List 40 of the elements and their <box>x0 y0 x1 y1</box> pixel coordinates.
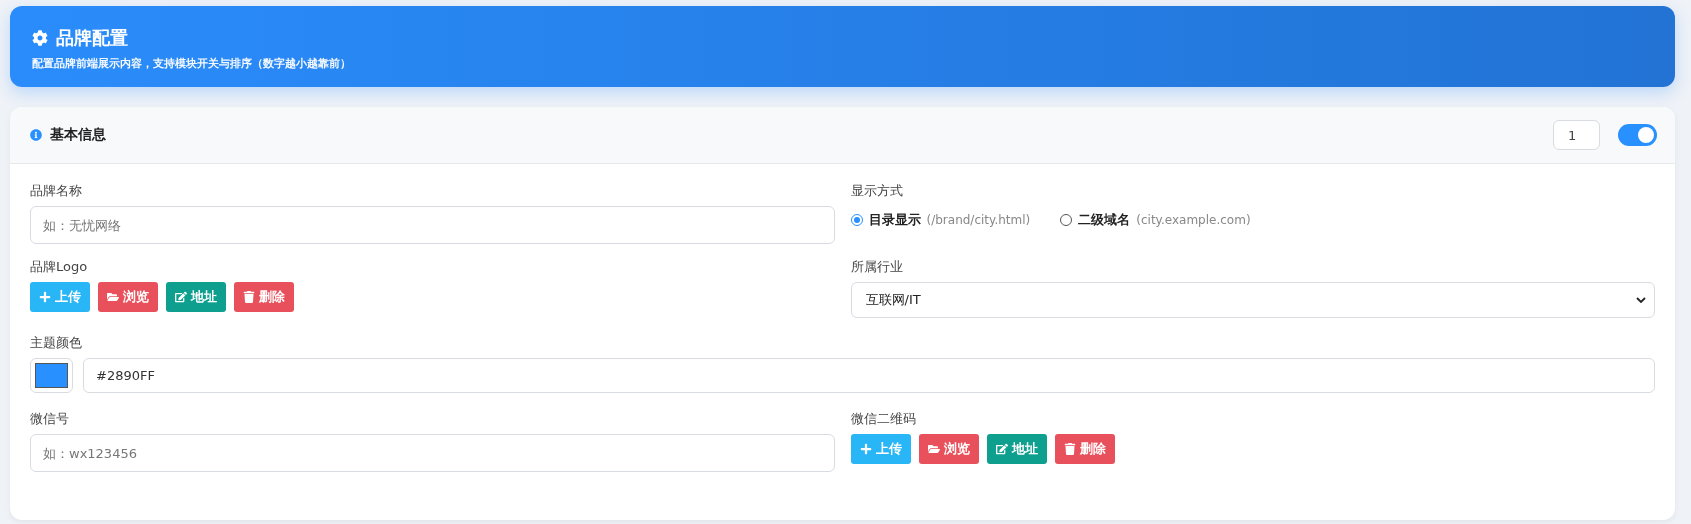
page-title: 品牌配置 <box>56 26 128 50</box>
upload-button[interactable]: 上传 <box>30 282 90 312</box>
field-label: 主题颜色 <box>30 334 83 352</box>
edit-icon <box>995 443 1008 455</box>
folder-icon <box>107 291 119 303</box>
trash-icon <box>1063 443 1076 455</box>
gear-icon <box>32 30 48 46</box>
field-label: 所属行业 <box>850 258 904 276</box>
plus-icon <box>859 443 872 455</box>
delete-button[interactable]: 删除 <box>234 282 294 312</box>
field-label: 品牌名称 <box>30 182 83 200</box>
radio-label: 目录显示 <box>868 211 921 229</box>
browse-button[interactable]: 浏览 <box>918 434 979 464</box>
edit-icon <box>175 291 187 303</box>
industry-select[interactable]: 互联网/IT <box>850 282 1655 318</box>
radio-label: 二级域名 <box>1078 211 1131 229</box>
url-button[interactable]: 地址 <box>986 434 1047 464</box>
color-input[interactable]: #2890FF <box>83 358 1655 393</box>
field-label: 显示方式 <box>850 182 904 200</box>
order-input[interactable]: 1 <box>1553 120 1600 150</box>
toggle-switch[interactable] <box>1618 124 1657 146</box>
page-subtitle: 配置品牌前端展示内容，支持模块开关与排序（数字越小越靠前） <box>32 56 352 71</box>
url-button[interactable]: 地址 <box>166 282 226 312</box>
field-label: 微信二维码 <box>850 410 917 428</box>
info-icon <box>30 129 42 141</box>
delete-button[interactable]: 删除 <box>1054 434 1115 464</box>
trash-icon <box>243 291 255 303</box>
field-label: 微信号 <box>30 410 70 428</box>
plus-icon <box>39 291 51 303</box>
browse-button[interactable]: 浏览 <box>98 282 158 312</box>
radio-hint: (city.example.com) <box>1136 213 1251 227</box>
section-title: 基本信息 <box>50 126 107 144</box>
text-input[interactable]: 如：wx123456 <box>30 434 835 472</box>
radio-hint: (/brand/city.html) <box>926 213 1031 227</box>
field-label: 品牌Logo <box>30 258 89 276</box>
color-picker[interactable] <box>30 358 73 393</box>
folder-icon <box>927 443 940 455</box>
text-input[interactable]: 如：无忧网络 <box>30 206 835 244</box>
upload-button[interactable]: 上传 <box>850 434 911 464</box>
chevron-down-icon <box>1636 295 1646 305</box>
